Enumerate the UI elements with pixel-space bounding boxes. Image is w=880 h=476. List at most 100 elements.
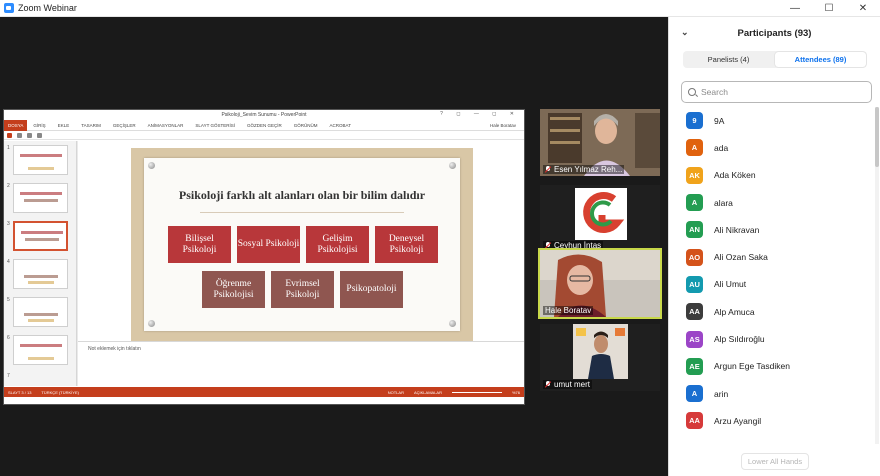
search-icon (688, 88, 696, 96)
avatar: AU (686, 275, 703, 293)
participant-name-tag: umut mert (543, 380, 593, 389)
participant-name: alara (714, 197, 733, 208)
topic-box: Psikopatoloji (340, 271, 403, 308)
participant-row[interactable]: AK Ada Köken (669, 162, 875, 189)
slide-thumbnail-selected[interactable] (13, 221, 68, 251)
video-tile-active-speaker[interactable]: Hale Boratav (538, 248, 662, 319)
avatar: A (686, 139, 703, 157)
ppt-user-name: Hale Boratav (489, 122, 516, 128)
participant-row[interactable]: AE Argun Ege Tasdiken (669, 353, 875, 380)
participant-list: 9 9A Aada AK Ada Köken Aalara AN Ali Nikravan AO… (669, 107, 875, 444)
participant-name: Alp Sıldıroğlu (714, 334, 765, 345)
pin-icon (449, 320, 456, 327)
zoom-level: %76 (511, 389, 520, 395)
search-input[interactable]: Search (681, 81, 872, 103)
ppt-file-tab[interactable]: DOSYA (4, 119, 28, 131)
panel-footer: Lower All Hands (669, 446, 880, 476)
avatar: AK (686, 166, 703, 184)
slide-paper: Psikoloji farklı alt alanları olan bir b… (144, 158, 460, 331)
thumb-number: 2 (7, 183, 10, 189)
participant-name-tag: Esen Yılmaz Reh... (543, 165, 625, 174)
participant-row[interactable]: AA Alp Amuca (669, 298, 875, 325)
slide-thumbnails-pane: 1 2 3 4 5 6 7 (4, 141, 77, 386)
tab-attendees[interactable]: Attendees (89) (775, 52, 866, 67)
slide-thumbnail[interactable] (13, 259, 68, 289)
slide-thumbnail[interactable] (13, 335, 68, 365)
topic-box: Deneysel Psikoloji (375, 226, 438, 263)
participant-name: Ali Umut (714, 279, 747, 290)
participant-row[interactable]: 9 9A (669, 107, 875, 134)
ppt-titlebar: Psikoloji_Sevim Sunumu - PowerPoint ? ◻ … (4, 110, 524, 120)
avatar: A (686, 385, 703, 403)
notes-pane[interactable]: Not eklemek için tıklatın (78, 341, 524, 386)
video-stage: Psikoloji_Sevim Sunumu - PowerPoint ? ◻ … (0, 17, 668, 476)
ppt-tab-review[interactable]: GÖZDEN GEÇİR (247, 123, 282, 128)
thumb-number: 4 (7, 259, 10, 265)
comments-toggle[interactable]: AÇIKLAMALAR (414, 390, 442, 395)
lower-all-hands-button[interactable]: Lower All Hands (740, 452, 810, 470)
ppt-tab-acrobat[interactable]: ACROBAT (330, 123, 351, 128)
save-icon[interactable] (7, 132, 12, 138)
redo-icon[interactable] (27, 132, 32, 138)
avatar: 9 (686, 112, 703, 130)
chevron-down-icon[interactable]: ⌄ (681, 27, 689, 38)
topic-box: Bilişsel Psikoloji (168, 226, 231, 263)
avatar: AA (686, 412, 703, 430)
ppt-tab-view[interactable]: GÖRÜNÜM (294, 123, 318, 128)
slide-thumbnail[interactable] (13, 183, 68, 213)
topic-box: Öğrenme Psikolojisi (202, 271, 265, 308)
participant-tabs: Panelists (4) Attendees (89) (683, 51, 867, 68)
slide-thumbnail[interactable] (13, 297, 68, 327)
ppt-tab-insert[interactable]: EKLE (58, 123, 70, 128)
participant-name: 9A (714, 115, 725, 126)
participant-row[interactable]: Aalara (669, 189, 875, 216)
current-slide: Psikoloji farklı alt alanları olan bir b… (131, 148, 473, 341)
start-slideshow-icon[interactable] (37, 132, 42, 138)
ppt-window-title: Psikoloji_Sevim Sunumu - PowerPoint (221, 112, 307, 118)
ppt-quick-access (4, 131, 524, 140)
participant-row[interactable]: AN Ali Nikravan (669, 216, 875, 243)
video-tile[interactable]: Esen Yılmaz Reh... (540, 109, 660, 176)
notes-toggle[interactable]: NOTLAR (388, 390, 404, 395)
participant-row[interactable]: AA Arzu Ayangil (669, 407, 875, 434)
window-titlebar: Zoom Webinar — ☐ ✕ (0, 0, 880, 17)
zoom-slider[interactable] (451, 391, 502, 393)
ppt-tab-design[interactable]: TASARIM (81, 123, 101, 128)
participant-row[interactable]: Aada (669, 134, 875, 161)
participants-panel: ⌄ Participants (93) Panelists (4) Attend… (668, 17, 880, 476)
video-tile[interactable]: umut mert (540, 324, 660, 391)
ppt-window-controls: ? ◻ — ◻ ✕ (440, 111, 520, 117)
minimize-button[interactable]: — (778, 0, 812, 17)
ppt-tab-transitions[interactable]: GEÇİŞLER (113, 123, 136, 128)
participant-name: Alp Amuca (714, 306, 755, 317)
maximize-button[interactable]: ☐ (812, 0, 846, 17)
thumb-number: 7 (7, 373, 10, 379)
topic-box: Sosyal Psikoloji (237, 226, 300, 263)
participant-list-scrollbar[interactable] (875, 107, 879, 444)
pin-icon (148, 320, 155, 327)
thumb-number: 6 (7, 335, 10, 341)
ppt-tab-slideshow[interactable]: SLAYT GÖSTERİSİ (195, 123, 235, 128)
avatar: AN (686, 221, 703, 239)
undo-icon[interactable] (17, 132, 22, 138)
participant-name: Ada Köken (714, 170, 756, 181)
avatar: A (686, 194, 703, 212)
avatar: AA (686, 303, 703, 321)
ppt-tab-animations[interactable]: ANİMASYONLAR (148, 123, 184, 128)
avatar: AO (686, 248, 703, 266)
participant-name: Ali Ozan Saka (714, 252, 768, 263)
window-title: Zoom Webinar (18, 3, 77, 13)
participant-row[interactable]: AU Ali Umut (669, 271, 875, 298)
participant-row[interactable]: AO Ali Ozan Saka (669, 243, 875, 270)
participant-row[interactable]: Aarin (669, 380, 875, 407)
participant-row[interactable]: AS Alp Sıldıroğlu (669, 325, 875, 352)
tab-panelists[interactable]: Panelists (4) (683, 51, 774, 68)
shared-screen-powerpoint[interactable]: Psikoloji_Sevim Sunumu - PowerPoint ? ◻ … (3, 109, 525, 405)
close-button[interactable]: ✕ (846, 0, 880, 17)
slide-thumbnail[interactable] (13, 145, 68, 175)
topic-box: Gelişim Psikolojisi (306, 226, 369, 263)
participant-name-tag: Hale Boratav (543, 306, 594, 315)
video-tile[interactable]: Ceyhun İntaş (540, 185, 660, 252)
ppt-tab-home[interactable]: GİRİŞ (33, 123, 45, 128)
notes-placeholder: Not eklemek için tıklatın (88, 346, 141, 352)
